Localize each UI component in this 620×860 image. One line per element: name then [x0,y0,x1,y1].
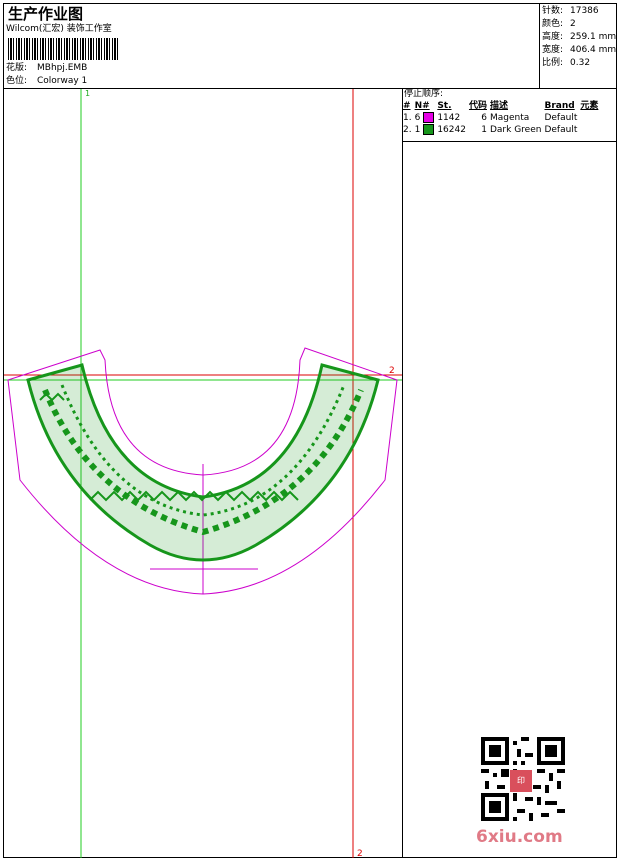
site-watermark: 6xiu.com [476,827,563,847]
seal-stamp: 印 [510,770,532,792]
guide-label-v2: 2 [357,849,363,859]
guide-label-h2: 2 [389,366,395,376]
guide-label-v1: 1 [85,89,90,98]
design-canvas: 1 2 2 [4,89,402,859]
